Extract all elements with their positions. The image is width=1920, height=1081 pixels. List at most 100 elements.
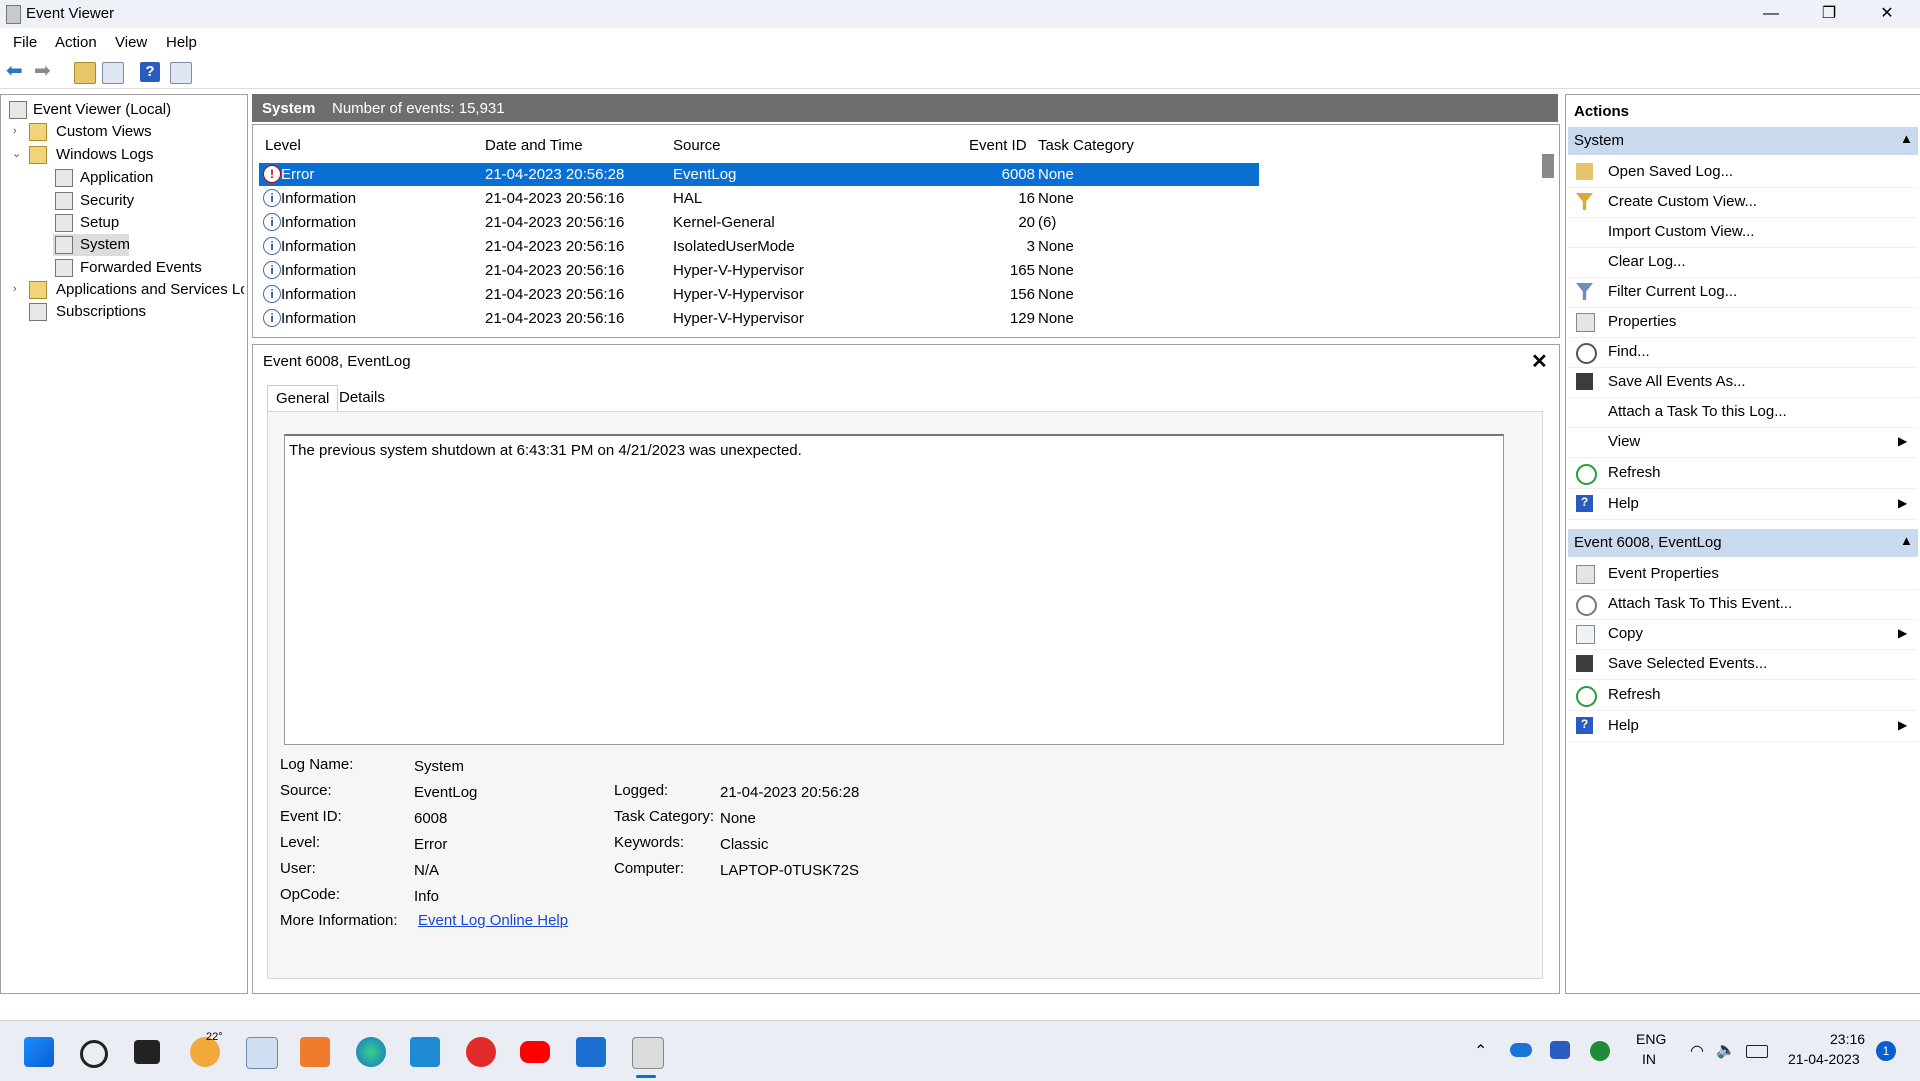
- tree-log-forwarded-events[interactable]: Forwarded Events: [80, 259, 202, 276]
- action-clear-log[interactable]: Clear Log...: [1568, 247, 1918, 278]
- edge-browser-icon[interactable]: [356, 1037, 386, 1067]
- youtube-icon[interactable]: [520, 1041, 550, 1063]
- action-save-all-events[interactable]: Save All Events As...: [1568, 367, 1918, 398]
- chevron-right-icon[interactable]: ›: [13, 283, 17, 295]
- folder-icon: [29, 123, 47, 141]
- action-properties[interactable]: Properties: [1568, 307, 1918, 338]
- event-description-box[interactable]: The previous system shutdown at 6:43:31 …: [284, 434, 1504, 745]
- action-attach-task-to-log[interactable]: Attach a Task To this Log...: [1568, 397, 1918, 428]
- action-filter-current-log[interactable]: Filter Current Log...: [1568, 277, 1918, 308]
- column-header-level[interactable]: Level: [265, 137, 301, 154]
- binoculars-icon: [1576, 343, 1597, 364]
- security-shield-icon[interactable]: [1590, 1041, 1610, 1061]
- action-copy[interactable]: Copy ▶: [1568, 619, 1918, 650]
- action-create-custom-view[interactable]: Create Custom View...: [1568, 187, 1918, 218]
- cell-task: (6): [1038, 214, 1057, 231]
- column-header-event-id[interactable]: Event ID: [969, 137, 1027, 154]
- show-hide-console-tree-icon[interactable]: [102, 62, 124, 84]
- action-view[interactable]: View ▶: [1568, 427, 1918, 458]
- volume-icon[interactable]: 🔈: [1716, 1040, 1736, 1060]
- actions-section-event[interactable]: Event 6008, EventLog ▲: [1568, 529, 1918, 557]
- tab-general[interactable]: General: [267, 385, 339, 414]
- tree-log-setup[interactable]: Setup: [80, 214, 119, 231]
- cell-task: None: [1038, 286, 1074, 303]
- wifi-icon[interactable]: ◠: [1690, 1041, 1704, 1061]
- menu-action[interactable]: Action: [55, 34, 97, 51]
- chevron-down-icon[interactable]: ⌄: [12, 147, 21, 160]
- table-row[interactable]: i Information 21-04-2023 20:56:16 HAL 16…: [259, 187, 1505, 210]
- language-indicator[interactable]: ENG: [1636, 1031, 1666, 1047]
- actions-section-system[interactable]: System ▲: [1568, 127, 1918, 155]
- table-row[interactable]: i Information 21-04-2023 20:56:16 Hyper-…: [259, 283, 1505, 306]
- tab-details[interactable]: Details: [331, 385, 393, 413]
- show-hide-action-pane-icon[interactable]: [170, 62, 192, 84]
- table-row[interactable]: i Information 21-04-2023 20:56:16 Kernel…: [259, 211, 1505, 234]
- forward-arrow-icon[interactable]: ➡: [34, 61, 54, 82]
- chevron-up-icon[interactable]: ⌃: [1474, 1041, 1487, 1061]
- column-header-task-category[interactable]: Task Category: [1038, 137, 1134, 154]
- action-save-selected-events[interactable]: Save Selected Events...: [1568, 649, 1918, 680]
- xampp-icon[interactable]: [300, 1037, 330, 1067]
- event-log-online-help-link[interactable]: Event Log Online Help: [418, 912, 568, 929]
- table-row[interactable]: i Information 21-04-2023 20:56:16 Hyper-…: [259, 307, 1505, 330]
- chevron-right-icon[interactable]: ›: [13, 125, 17, 137]
- label-more-information: More Information:: [280, 912, 398, 929]
- tree-custom-views[interactable]: Custom Views: [56, 123, 152, 140]
- event-viewer-taskbar-icon[interactable]: [632, 1037, 664, 1069]
- vertical-scrollbar[interactable]: [1542, 154, 1554, 178]
- minimize-button[interactable]: —: [1742, 0, 1800, 28]
- tree-log-system[interactable]: System: [80, 236, 130, 253]
- tree-subscriptions[interactable]: Subscriptions: [56, 303, 146, 320]
- table-row[interactable]: i Information 21-04-2023 20:56:16 Hyper-…: [259, 259, 1505, 282]
- submenu-arrow-icon: ▶: [1898, 626, 1908, 640]
- menu-file[interactable]: File: [13, 34, 37, 51]
- close-button[interactable]: ✕: [1858, 0, 1916, 28]
- column-header-source[interactable]: Source: [673, 137, 721, 154]
- tree-log-security[interactable]: Security: [80, 192, 134, 209]
- tree-windows-logs[interactable]: Windows Logs: [56, 146, 154, 163]
- clock-time[interactable]: 23:16: [1830, 1031, 1865, 1047]
- close-icon[interactable]: ✕: [1531, 349, 1548, 374]
- action-find[interactable]: Find...: [1568, 337, 1918, 368]
- search-icon[interactable]: [80, 1040, 108, 1068]
- action-refresh-event[interactable]: Refresh: [1568, 680, 1918, 711]
- collapse-up-icon[interactable]: ▲: [1900, 533, 1913, 548]
- task-view-icon[interactable]: [134, 1040, 160, 1064]
- mail-icon[interactable]: [576, 1037, 606, 1067]
- performance-monitor-icon[interactable]: [246, 1037, 278, 1069]
- battery-icon[interactable]: [1746, 1045, 1768, 1058]
- back-arrow-icon[interactable]: ⬅: [6, 61, 26, 82]
- action-open-saved-log[interactable]: Open Saved Log...: [1568, 157, 1918, 188]
- region-indicator[interactable]: IN: [1642, 1051, 1656, 1067]
- action-attach-task-to-event[interactable]: Attach Task To This Event...: [1568, 589, 1918, 620]
- tree-log-application[interactable]: Application: [80, 169, 153, 186]
- up-folder-icon[interactable]: [74, 62, 96, 84]
- column-header-date[interactable]: Date and Time: [485, 137, 583, 154]
- table-row[interactable]: ! Error 21-04-2023 20:56:28 EventLog 600…: [259, 163, 1259, 186]
- collapse-up-icon[interactable]: ▲: [1900, 131, 1913, 146]
- menu-view[interactable]: View: [115, 34, 147, 51]
- menu-help[interactable]: Help: [166, 34, 197, 51]
- events-grid: Level Date and Time Source Event ID Task…: [252, 124, 1560, 338]
- tree-apps-services-logs[interactable]: Applications and Services Log: [56, 281, 244, 298]
- cell-level: Information: [281, 190, 357, 207]
- action-label: Event Properties: [1608, 565, 1719, 582]
- tree-root[interactable]: Event Viewer (Local): [33, 101, 171, 118]
- start-button-icon[interactable]: [24, 1037, 54, 1067]
- action-help-event[interactable]: ? Help ▶: [1568, 711, 1918, 742]
- restore-button[interactable]: ❐: [1800, 0, 1858, 28]
- clock-date[interactable]: 21-04-2023: [1788, 1051, 1860, 1067]
- action-help[interactable]: ? Help ▶: [1568, 489, 1918, 520]
- onedrive-icon[interactable]: [1510, 1043, 1532, 1057]
- display-icon[interactable]: [1550, 1041, 1570, 1059]
- media-player-icon[interactable]: [466, 1037, 496, 1067]
- help-icon[interactable]: ?: [140, 62, 160, 82]
- action-refresh[interactable]: Refresh: [1568, 458, 1918, 489]
- action-import-custom-view[interactable]: Import Custom View...: [1568, 217, 1918, 248]
- notification-badge[interactable]: 1: [1876, 1041, 1896, 1061]
- cell-task: None: [1038, 262, 1074, 279]
- vscode-icon[interactable]: [410, 1037, 440, 1067]
- action-label: Properties: [1608, 313, 1677, 330]
- action-event-properties[interactable]: Event Properties: [1568, 559, 1918, 590]
- table-row[interactable]: i Information 21-04-2023 20:56:16 Isolat…: [259, 235, 1505, 258]
